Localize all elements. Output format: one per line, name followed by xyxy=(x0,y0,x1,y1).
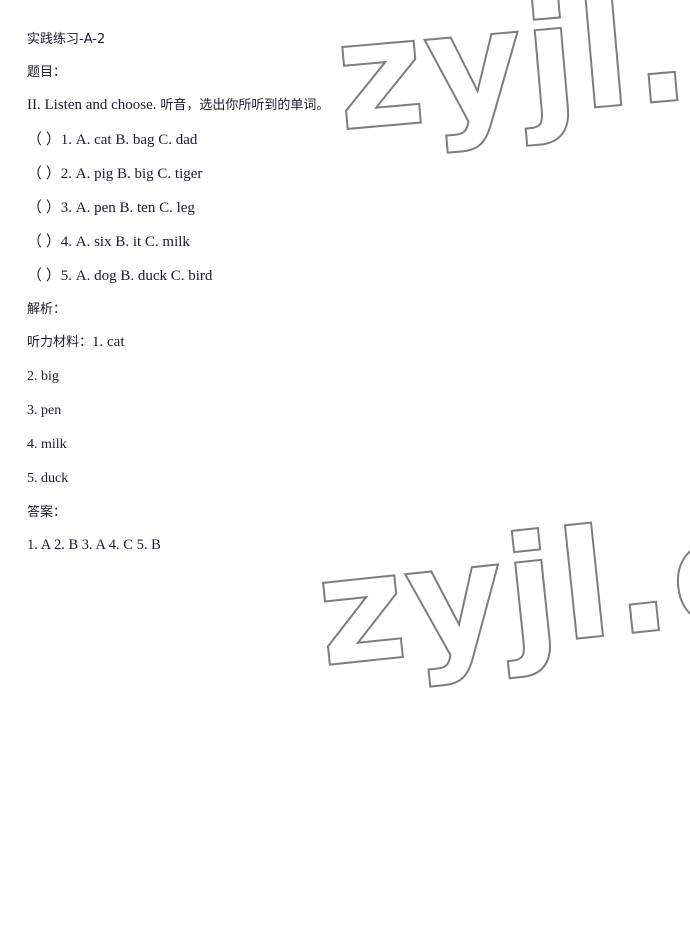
question-item-2: （ ）2. A. pig B. big C. tiger xyxy=(27,165,203,182)
analysis-section-header: 解析： xyxy=(27,301,67,317)
document-content: 实践练习-A-2 题目： II. Listen and choose. 听音，选… xyxy=(27,33,587,553)
answer-section-header: 答案： xyxy=(27,504,67,520)
instruction-number: II. xyxy=(27,97,45,113)
question-section-header: 题目： xyxy=(27,64,67,80)
instruction-english: Listen and choose. xyxy=(44,97,161,113)
question-item-3: （ ）3. A. pen B. ten C. leg xyxy=(27,199,195,216)
answer-list: 1. A 2. B 3. A 4. C 5. B xyxy=(27,537,161,553)
page-title: 实践练习-A-2 xyxy=(27,32,106,47)
question-item-1: （ ）1. A. cat B. bag C. dad xyxy=(27,131,198,148)
instruction-chinese: 听音，选出你所听到的单词。 xyxy=(160,98,330,113)
question-item-4: （ ）4. A. six B. it C. milk xyxy=(27,233,190,250)
listening-material-line: 听力材料：1. cat xyxy=(27,335,587,350)
listening-material-item-4: 4. milk xyxy=(27,436,67,452)
listening-material-item-1: 1. cat xyxy=(92,334,125,350)
instruction-line: II. Listen and choose. 听音，选出你所听到的单词。 xyxy=(27,98,587,113)
question-item-5: （ ）5. A. dog B. duck C. bird xyxy=(27,267,213,284)
listening-material-item-3: 3. pen xyxy=(27,402,62,418)
listening-material-item-2: 2. big xyxy=(27,368,59,384)
listening-material-label: 听力材料： xyxy=(27,335,93,350)
listening-material-item-5: 5. duck xyxy=(27,470,69,486)
